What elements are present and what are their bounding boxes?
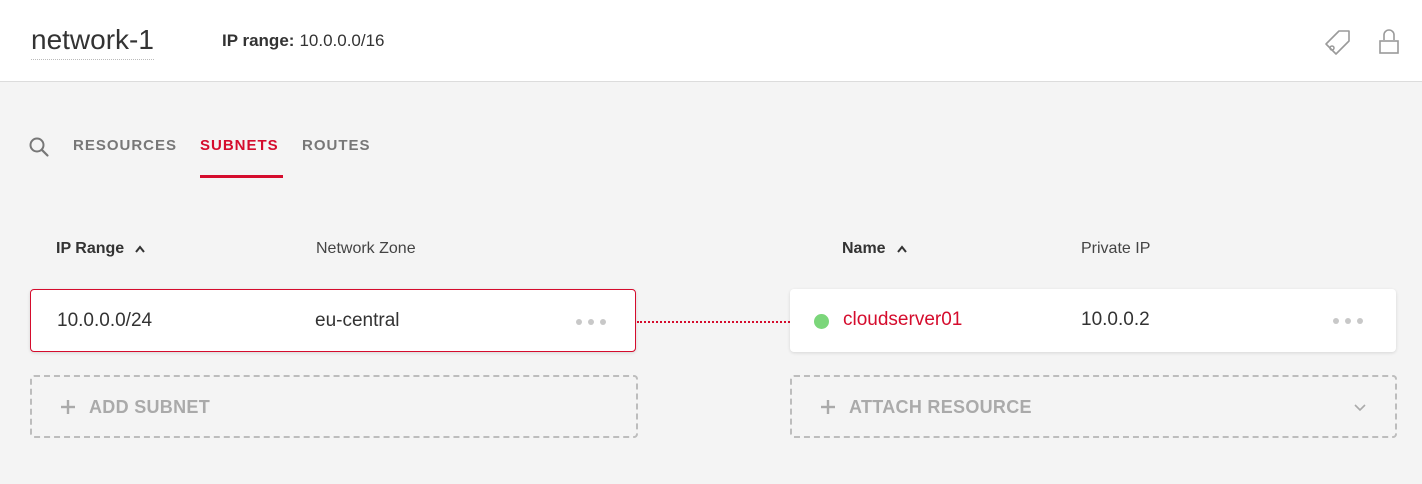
more-icon[interactable] — [573, 312, 613, 332]
server-private-ip: 10.0.0.2 — [1081, 309, 1150, 330]
more-icon[interactable] — [1330, 311, 1370, 331]
subnet-network-zone: eu-central — [315, 310, 400, 331]
private-ip-column-header: Private IP — [1081, 240, 1151, 257]
subnet-ip-range: 10.0.0.0/24 — [57, 310, 153, 331]
name-column-header[interactable]: Name — [842, 240, 908, 258]
server-name-link[interactable]: cloudserver01 — [843, 309, 962, 331]
sort-up-icon — [896, 245, 907, 253]
resource-row[interactable]: cloudserver01 10.0.0.2 — [790, 289, 1396, 352]
tab-resources[interactable]: RESOURCES — [73, 137, 177, 154]
plus-icon — [821, 400, 835, 414]
attach-resource-dropdown[interactable]: ATTACH RESOURCE — [790, 375, 1397, 438]
page-header: network-1 IP range: 10.0.0.0/16 — [0, 0, 1422, 82]
network-zone-column-header: Network Zone — [316, 240, 416, 257]
active-tab-indicator — [200, 175, 283, 178]
subnet-resource-connector — [637, 321, 790, 323]
ip-range-label: IP range: — [222, 31, 295, 50]
ip-range-value: 10.0.0.0/16 — [299, 31, 385, 50]
tab-subnets[interactable]: SUBNETS — [200, 137, 279, 154]
tag-icon[interactable] — [1322, 26, 1354, 58]
sort-up-icon — [135, 245, 145, 253]
add-subnet-button[interactable]: ADD SUBNET — [30, 375, 638, 438]
ip-range-column-header[interactable]: IP Range — [56, 240, 146, 258]
add-subnet-label: ADD SUBNET — [89, 397, 211, 417]
name-header-label: Name — [842, 240, 886, 257]
ip-range-header-label: IP Range — [56, 240, 125, 257]
plus-icon — [61, 400, 75, 414]
attach-resource-label: ATTACH RESOURCE — [849, 397, 1032, 417]
network-name[interactable]: network-1 — [31, 22, 154, 60]
subnet-row[interactable]: 10.0.0.0/24 eu-central — [30, 289, 636, 352]
search-icon[interactable] — [28, 136, 50, 158]
tab-routes[interactable]: ROUTES — [302, 137, 371, 154]
status-indicator — [814, 314, 829, 329]
chevron-down-icon[interactable] — [1353, 400, 1367, 414]
ip-range-info: IP range: 10.0.0.0/16 — [222, 29, 385, 53]
lock-icon[interactable] — [1373, 26, 1405, 58]
